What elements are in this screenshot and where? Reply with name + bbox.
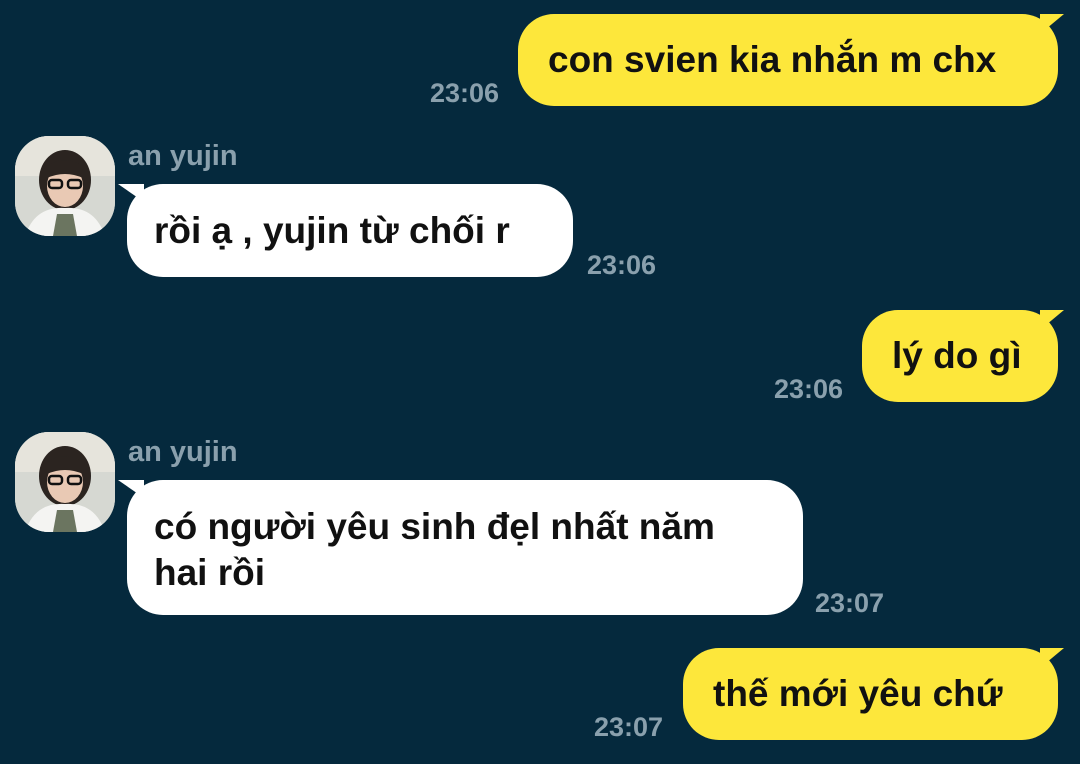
message-timestamp: 23:06 [774,374,844,404]
incoming-message-bubble[interactable]: có người yêu sinh đẹl nhất năm hai rồi [127,480,803,615]
bubble-tail [1040,14,1064,34]
bubble-tail [1040,310,1064,330]
outgoing-message-bubble[interactable]: con svien kia nhắn m chx [518,14,1058,106]
outgoing-message-bubble[interactable]: lý do gì [862,310,1058,402]
avatar[interactable] [15,432,115,532]
profile-photo-avatar-icon [15,136,115,236]
message-timestamp: 23:06 [430,78,500,108]
sender-name: an yujin [128,140,238,172]
bubble-tail [1040,648,1064,668]
message-timestamp: 23:06 [587,250,657,280]
outgoing-message-bubble[interactable]: thế mới yêu chứ [683,648,1058,740]
avatar[interactable] [15,136,115,236]
sender-name: an yujin [128,436,238,468]
message-text-line: hai rồi [154,552,266,593]
profile-photo-avatar-icon [15,432,115,532]
incoming-message-bubble[interactable]: rồi ạ , yujin từ chối r [127,184,573,277]
message-text: rồi ạ , yujin từ chối r [154,210,510,251]
message-timestamp: 23:07 [594,712,664,742]
message-text: thế mới yêu chứ [713,673,1003,714]
message-text-line: có người yêu sinh đẹl nhất năm [154,506,715,547]
message-text: con svien kia nhắn m chx [548,39,997,80]
chat-view: 23:06 con svien kia nhắn m chx an yujin … [0,0,1080,764]
message-text: lý do gì [892,335,1022,376]
message-timestamp: 23:07 [815,588,885,618]
